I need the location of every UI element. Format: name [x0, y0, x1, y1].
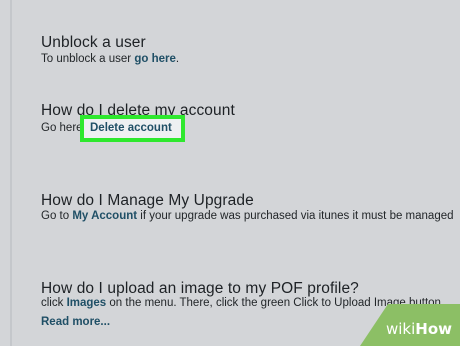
faq-body-upgrade-suffix: if your upgrade was purchased via itunes… [137, 210, 454, 222]
images-link[interactable]: Images [67, 297, 107, 309]
faq-body-upload-prefix: click [41, 297, 67, 309]
wikihow-watermark: wikiHow [360, 304, 460, 346]
read-more-link[interactable]: Read more... [41, 316, 110, 328]
delete-account-highlight[interactable]: Delete account [80, 115, 185, 142]
faq-body-upload: click Images on the menu. There, click t… [41, 297, 441, 309]
wikihow-logo-suffix: How [415, 320, 452, 338]
faq-title-upload: How do I upload an image to my POF profi… [41, 280, 359, 297]
delete-account-link[interactable]: Delete account [90, 122, 172, 134]
faq-body-upgrade: Go to My Account if your upgrade was pur… [41, 210, 454, 222]
left-divider [10, 0, 12, 346]
faq-body-unblock-prefix: To unblock a user [41, 53, 135, 65]
faq-body-upgrade-prefix: Go to [41, 210, 73, 222]
faq-body-delete-prefix: Go here [41, 122, 83, 134]
wikihow-logo-text: wikiHow [386, 320, 452, 338]
wikihow-logo-prefix: wiki [385, 320, 416, 338]
faq-title-upgrade: How do I Manage My Upgrade [41, 192, 254, 209]
faq-title-unblock: Unblock a user [41, 34, 146, 51]
go-here-link[interactable]: go here [134, 53, 176, 65]
faq-body-unblock-suffix: . [175, 53, 180, 65]
faq-body-delete: Go here [41, 122, 83, 134]
my-account-link[interactable]: My Account [72, 210, 137, 222]
faq-body-unblock: To unblock a user go here. [41, 53, 179, 65]
